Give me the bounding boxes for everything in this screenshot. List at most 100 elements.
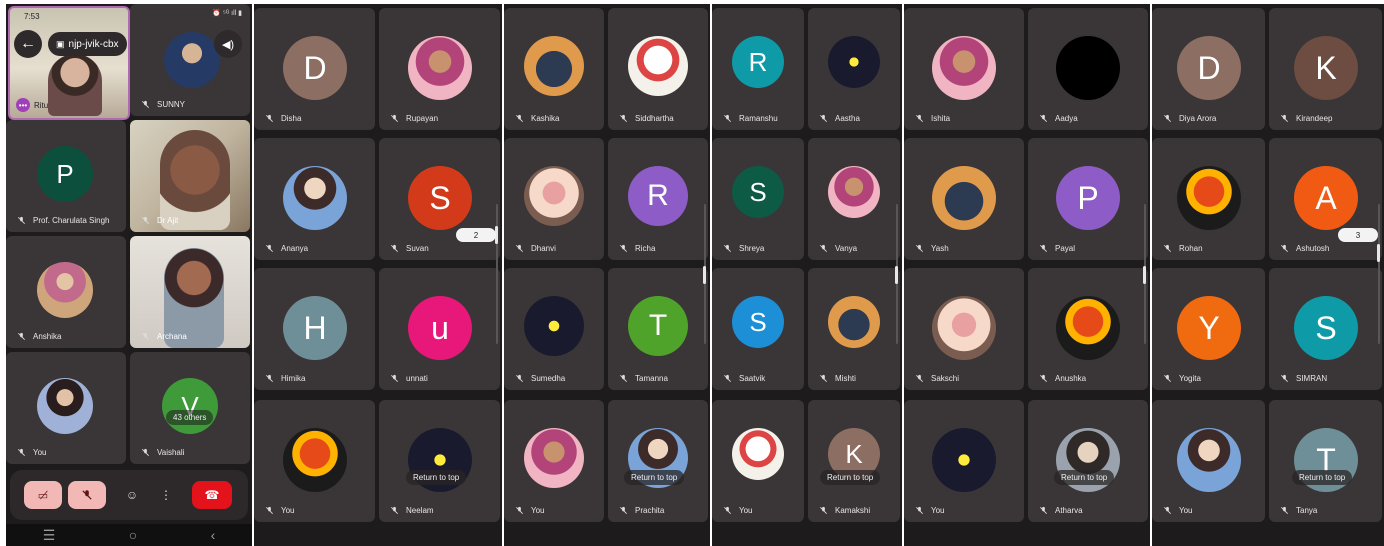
mic-off-icon <box>514 113 525 124</box>
self-preview-tile[interactable]: 7:53 ••• Ritu <box>8 6 130 120</box>
nameplate: Prof. Charulata Singh <box>16 215 110 226</box>
speaker-button[interactable]: ◀) <box>214 30 242 58</box>
participant-tile[interactable]: P Prof. Charulata Singh <box>6 120 126 232</box>
participant-tile[interactable]: You <box>904 400 1024 522</box>
scrollbar-thumb[interactable] <box>895 266 898 284</box>
participant-tile[interactable]: Neelam Return to top <box>379 400 500 522</box>
participant-tile[interactable]: K Kamakshi Return to top <box>808 400 900 522</box>
participant-name: You <box>931 506 945 515</box>
meeting-code: njp-jvik-cbx <box>68 38 119 50</box>
participant-name: Kamakshi <box>835 506 871 515</box>
meeting-code-chip[interactable]: ▣ njp-jvik-cbx <box>48 32 127 56</box>
mic-off-icon <box>1279 373 1290 384</box>
participant-video-tile[interactable]: Dr Ajit <box>130 120 250 232</box>
mic-off-icon <box>389 243 400 254</box>
status-time: 7:53 <box>24 12 40 21</box>
participant-tile[interactable]: Aastha <box>808 8 900 130</box>
participant-tile[interactable]: You <box>6 352 126 464</box>
participant-tile[interactable]: u unnati <box>379 268 500 390</box>
participant-avatar: D <box>283 36 347 100</box>
scrollbar-track[interactable] <box>1378 204 1380 344</box>
nameplate: Neelam <box>389 505 434 516</box>
participant-tile[interactable]: Anshika <box>6 236 126 348</box>
recents-icon[interactable]: ☰ <box>43 527 56 544</box>
participant-tile[interactable]: You <box>504 400 604 522</box>
participant-video-tile[interactable]: Archana <box>130 236 250 348</box>
participant-avatar: V <box>162 378 218 434</box>
scrollbar-thumb[interactable] <box>1143 266 1146 284</box>
participant-tile[interactable]: Atharva Return to top <box>1028 400 1148 522</box>
nameplate: You <box>1162 505 1193 516</box>
mic-off-icon <box>618 505 629 516</box>
participant-avatar <box>932 428 996 492</box>
participant-tile[interactable]: Siddhartha <box>608 8 708 130</box>
participant-tile[interactable]: Sumedha <box>504 268 604 390</box>
participant-tile[interactable]: D Diya Arora <box>1152 8 1265 130</box>
mic-off-button[interactable] <box>68 481 106 509</box>
participant-tile[interactable]: Ishita <box>904 8 1024 130</box>
more-options-button[interactable]: ⋮ <box>156 481 176 509</box>
back-icon[interactable]: ‹ <box>211 527 216 543</box>
scrollbar-thumb[interactable] <box>1377 244 1380 262</box>
participant-tile[interactable]: Vanya <box>808 138 900 260</box>
participant-tile[interactable]: Rohan <box>1152 138 1265 260</box>
participant-avatar: Y <box>1177 296 1241 360</box>
nameplate: Aadya <box>1038 113 1078 124</box>
participant-tile[interactable]: K Kirandeep <box>1269 8 1382 130</box>
participant-tile[interactable]: You <box>712 400 804 522</box>
participant-tile[interactable]: D Disha <box>254 8 375 130</box>
return-to-top-button[interactable]: Return to top <box>406 470 467 485</box>
participant-avatar: R <box>732 36 784 88</box>
participant-tile[interactable]: Mishti <box>808 268 900 390</box>
participant-tile[interactable]: Y Yogita <box>1152 268 1265 390</box>
participant-tile[interactable]: Anushka <box>1028 268 1148 390</box>
participant-tile[interactable]: Kashika <box>504 8 604 130</box>
nameplate: Vaishali <box>140 447 184 458</box>
return-to-top-button[interactable]: Return to top <box>1054 470 1115 485</box>
participant-tile[interactable]: S Shreya <box>712 138 804 260</box>
participant-name: Archana <box>157 332 187 341</box>
nameplate: Vanya <box>818 243 857 254</box>
home-icon[interactable]: ○ <box>129 527 137 543</box>
participant-tile[interactable]: T Tanya Return to top <box>1269 400 1382 522</box>
mic-off-icon <box>818 243 829 254</box>
nameplate: Aastha <box>818 113 860 124</box>
return-to-top-button[interactable]: Return to top <box>1292 470 1353 485</box>
participant-tile[interactable]: Ananya <box>254 138 375 260</box>
emoji-button[interactable]: ☺ <box>118 481 146 509</box>
participant-tile[interactable]: You <box>1152 400 1265 522</box>
participant-tile[interactable]: T Tamanna <box>608 268 708 390</box>
end-call-button[interactable]: ☎ <box>192 481 232 509</box>
mic-off-icon <box>914 373 925 384</box>
participant-avatar: R <box>628 166 688 226</box>
participant-tile[interactable]: Aadya <box>1028 8 1148 130</box>
scrollbar-thumb[interactable] <box>703 266 706 284</box>
camera-off-button[interactable]: ▭̸ <box>24 481 62 509</box>
back-button[interactable]: ← <box>14 30 42 58</box>
participant-avatar <box>828 296 880 348</box>
participant-tile[interactable]: Rupayan <box>379 8 500 130</box>
scrollbar-track[interactable] <box>496 204 498 344</box>
participant-tile[interactable]: Prachita Return to top <box>608 400 708 522</box>
mic-off-icon <box>16 331 27 342</box>
participant-name: Ramanshu <box>739 114 778 123</box>
participant-tile[interactable]: S SIMRAN <box>1269 268 1382 390</box>
nameplate: Yogita <box>1162 373 1201 384</box>
participant-name: You <box>281 506 295 515</box>
return-to-top-button[interactable]: Return to top <box>624 470 685 485</box>
return-to-top-button[interactable]: Return to top <box>820 470 881 485</box>
participant-tile[interactable]: H Himika <box>254 268 375 390</box>
participant-tile[interactable]: R Richa <box>608 138 708 260</box>
participant-tile[interactable]: R Ramanshu <box>712 8 804 130</box>
nameplate: Ishita <box>914 113 950 124</box>
participant-grid-panel: R Ramanshu Aastha S Shreya Vanya S Saatvik Misht… <box>712 4 902 546</box>
participant-tile[interactable]: S Saatvik <box>712 268 804 390</box>
page-number-badge: 3 <box>1338 228 1378 242</box>
participant-tile[interactable]: Yash <box>904 138 1024 260</box>
participant-tile[interactable]: P Payal <box>1028 138 1148 260</box>
participant-tile[interactable]: Sakschi <box>904 268 1024 390</box>
others-tile[interactable]: V 43 others Vaishali <box>130 352 250 464</box>
pinned-tile-sunny[interactable]: ⏰ ⁵ᴳ ıll ▮ ◀) SUNNY <box>130 4 250 116</box>
participant-tile[interactable]: Dhanvi <box>504 138 604 260</box>
participant-tile[interactable]: You <box>254 400 375 522</box>
